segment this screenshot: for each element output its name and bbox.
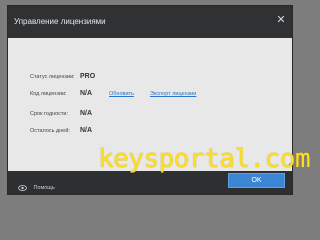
expiry-date-label: Срок годности: [30,111,69,117]
days-left-row: Осталось дней: N/A [8,126,292,138]
license-code-row: Код лицензии: N/A Обновить Экспорт лицен… [8,89,292,101]
help-button[interactable]: Помощь [18,179,55,197]
license-info-panel: Статус лицензии: PRO Код лицензии: N/A О… [8,38,292,171]
resize-grip-icon[interactable] [287,160,294,167]
help-label: Помощь [33,184,55,191]
license-status-label: Статус лицензии: [30,74,75,80]
license-status-value: PRO [80,73,96,80]
eye-icon [18,184,27,191]
dialog-title: Управление лицензиями [14,17,106,26]
ok-button[interactable]: OK [228,173,285,188]
refresh-link[interactable]: Обновить [109,91,134,97]
expiry-date-row: Срок годности: N/A [8,109,292,121]
license-status-row: Статус лицензии: PRO [8,72,292,84]
export-license-link[interactable]: Экспорт лицензии [150,91,196,97]
close-icon[interactable]: ✕ [276,15,286,26]
days-left-label: Осталось дней: [30,128,70,134]
license-code-label: Код лицензии: [30,91,67,97]
expiry-date-value: N/A [80,110,93,117]
license-dialog: Управление лицензиями ✕ Статус лицензии:… [7,5,294,197]
license-code-value: N/A [80,90,93,97]
title-bar: Управление лицензиями ✕ [8,6,292,38]
days-left-value: N/A [80,127,93,134]
